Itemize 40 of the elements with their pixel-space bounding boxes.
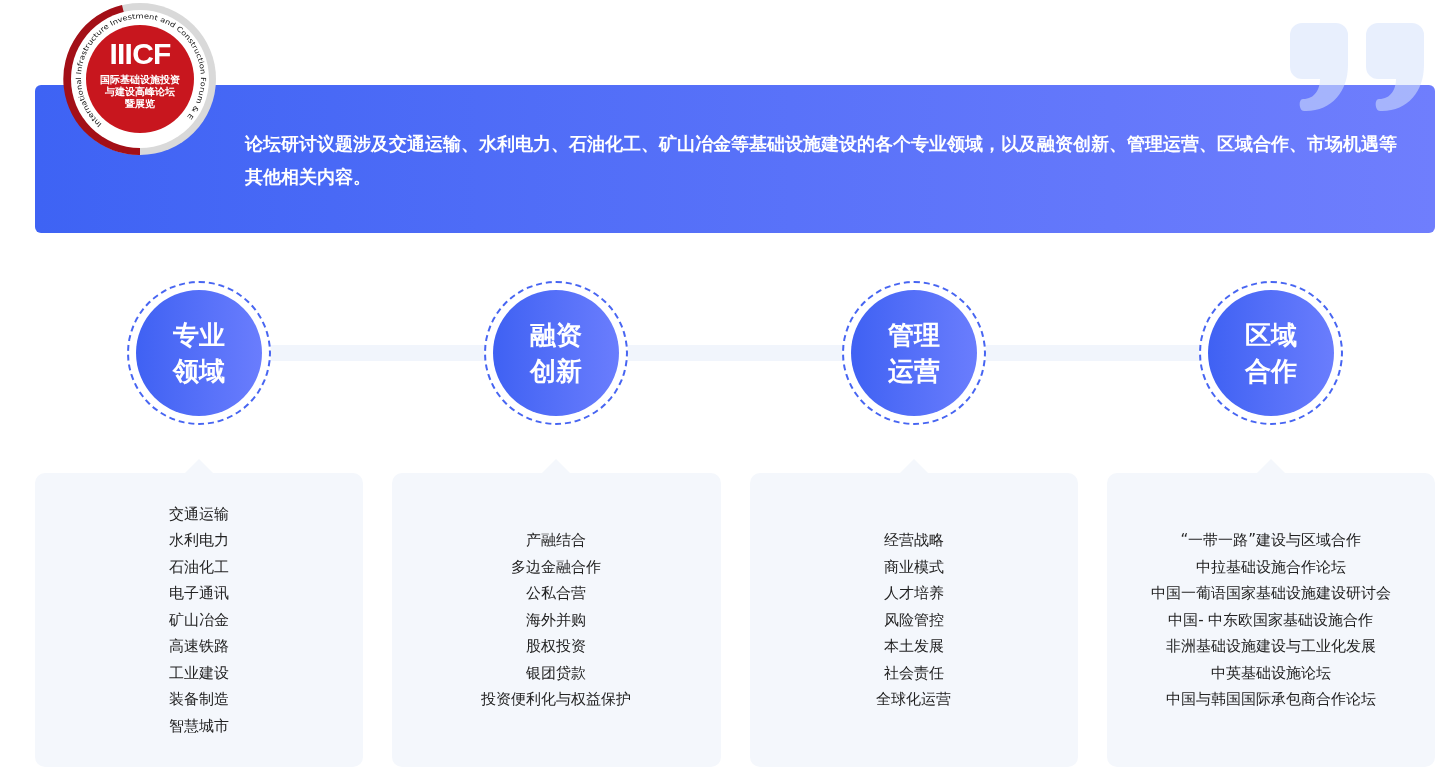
topic-item: 多边金融合作	[511, 556, 602, 578]
topic-item: 中国- 中东欧国家基础设施合作	[1168, 609, 1374, 631]
topic-item: 社会责任	[883, 662, 944, 684]
intro-text: 论坛研讨议题涉及交通运输、水利电力、石油化工、矿山冶金等基础设施建设的各个专业领域，以及融资创新、管理运营、区域合作、市场机遇等其他相关内容。	[245, 132, 1398, 189]
topic-item: 电子通讯	[169, 583, 230, 605]
topic-item: 矿山冶金	[169, 609, 230, 631]
topic-item: 装备制造	[169, 689, 230, 711]
topic-title: 领域	[173, 355, 226, 388]
topic-item: 投资便利化与权益保护	[481, 689, 632, 711]
topic-item: 中国与韩国国际承包商合作论坛	[1165, 689, 1376, 711]
topic-item: 人才培养	[883, 583, 944, 605]
topic-item: 本土发展	[883, 636, 944, 658]
topic-item: 风险管控	[883, 609, 944, 631]
topic-title: 融资	[530, 319, 583, 352]
topic-item: 交通运输	[169, 503, 230, 525]
topic-item: 非洲基础设施建设与工业化发展	[1165, 636, 1376, 658]
topic-title: 合作	[1244, 355, 1297, 388]
topic-title: 管理	[887, 319, 940, 352]
topic-title: 运营	[887, 355, 940, 388]
topic-title: 创新	[530, 355, 583, 388]
topic-item: 银团贷款	[526, 662, 587, 684]
topic-item: 高速铁路	[169, 636, 230, 658]
topic-item: 商业模式	[883, 556, 944, 578]
topic-item: 智慧城市	[169, 715, 230, 737]
topic-title: 区域	[1244, 319, 1297, 352]
topic-item: 中拉基础设施合作论坛	[1195, 556, 1346, 578]
topic-item: 经营战略	[883, 530, 944, 552]
topic-item: 海外并购	[526, 609, 587, 631]
topic-item: 全球化运营	[876, 689, 952, 711]
topic-item: 工业建设	[169, 662, 230, 684]
topic-item: 股权投资	[526, 636, 587, 658]
quote-mark-icon	[1290, 23, 1426, 111]
topic-item: 公私合营	[526, 583, 587, 605]
topic-item: 水利电力	[169, 530, 230, 552]
topic-item: 中国一葡语国家基础设施建设研讨会	[1150, 583, 1391, 605]
topic-item: 石油化工	[169, 556, 230, 578]
topic-item: 产融结合	[526, 530, 587, 552]
topic-item: “一带一路”建设与区域合作	[1180, 530, 1362, 552]
topic-item: 中英基础设施论坛	[1210, 662, 1331, 684]
topic-title: 专业	[173, 319, 226, 352]
